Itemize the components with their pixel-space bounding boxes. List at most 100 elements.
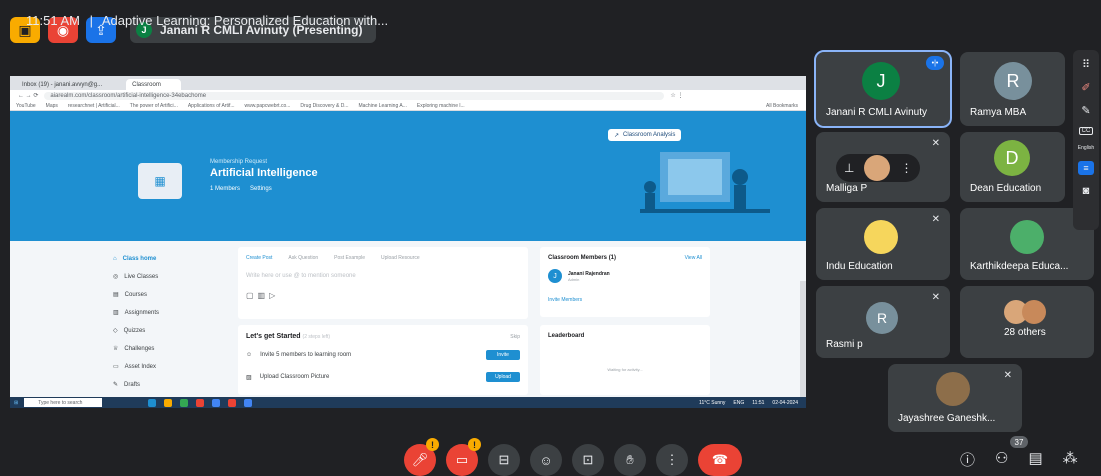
post-attach-icons[interactable]: ▢▥▷ — [238, 291, 528, 300]
bookmark[interactable]: YouTube — [16, 103, 36, 109]
bookmark[interactable]: Drug Discovery & D... — [300, 103, 348, 109]
settings-link[interactable]: Settings — [250, 186, 272, 192]
participant-name: Indu Education — [826, 261, 893, 272]
classroom-content: ⌂ Class home ◎ Live Classes ▤ Courses ▥ Assi… — [10, 241, 806, 401]
app-icon[interactable] — [180, 398, 189, 407]
page-scrollbar[interactable] — [800, 281, 806, 401]
classroom-analysis-button[interactable]: ↗ Classroom Analysis — [608, 129, 682, 141]
nav-quizzes[interactable]: ◇ Quizzes — [110, 323, 220, 338]
classroom-sidebar: ⌂ Class home ◎ Live Classes ▤ Courses ▥ Assi… — [110, 251, 220, 395]
browser-tab[interactable]: Classroom — [126, 79, 181, 90]
app-icon[interactable] — [196, 398, 205, 407]
windows-icon[interactable]: ⊞ — [14, 400, 18, 406]
invite-button[interactable]: Invite — [486, 350, 520, 360]
view-all-link[interactable]: View All — [685, 255, 702, 261]
nav-courses[interactable]: ▤ Courses — [110, 287, 220, 302]
participant-tile[interactable]: R Ramya MBA — [960, 52, 1065, 126]
post-input[interactable]: Write here or use @ to mention someone — [238, 261, 528, 291]
participant-tile[interactable]: ✕ Jayashree Ganeshk... — [888, 364, 1022, 432]
more-options-button[interactable]: ⋮ — [656, 444, 688, 476]
nav-icons[interactable]: ← → ⟳ — [18, 92, 38, 99]
bookmark[interactable]: researchnet | Artificial... — [68, 103, 120, 109]
clock-time[interactable]: 11:51 — [752, 400, 764, 406]
bookmark[interactable]: Exploring machine l... — [417, 103, 465, 109]
participant-tile[interactable]: J •|• Janani R CMLI Avinuty — [814, 50, 952, 128]
nav-drafts[interactable]: ✎ Drafts — [110, 377, 220, 392]
tab-ask-question[interactable]: Ask Question — [288, 255, 318, 261]
grid-icon[interactable]: ⠿ — [1082, 58, 1090, 71]
taskbar-tray: 11°C Sunny ENG 11:51 02-04-2024 — [699, 400, 806, 406]
url-field[interactable]: aiarealm.com/classroom/artificial-intell… — [44, 91, 665, 100]
member-row[interactable]: J Janani Rajendran Admin — [548, 269, 702, 283]
weather-label[interactable]: 11°C Sunny — [699, 400, 725, 406]
app-icon[interactable] — [148, 398, 157, 407]
more-options-icon[interactable]: ⋮ — [900, 161, 912, 175]
leave-call-button[interactable]: ☎︎ — [698, 444, 742, 476]
bookmark[interactable]: www.papcwebrt.co... — [245, 103, 291, 109]
participant-tile[interactable]: ✕ ⊥ ⋮ Malliga P — [816, 132, 950, 202]
app-icon[interactable] — [228, 398, 237, 407]
captions-icon[interactable]: CC — [1078, 127, 1094, 135]
tab-create-post[interactable]: Create Post — [246, 255, 272, 261]
analysis-label: Classroom Analysis — [623, 132, 676, 138]
speaking-icon: •|• — [926, 56, 944, 70]
participant-photo — [936, 372, 970, 406]
bookmark[interactable]: All Bookmarks — [766, 103, 806, 109]
mic-off-button[interactable]: 🎤︎! — [404, 438, 439, 476]
app-icon[interactable] — [212, 398, 221, 407]
chat-icon[interactable]: ▤ — [1028, 449, 1042, 470]
membership-request[interactable]: Membership Request — [210, 159, 267, 165]
browser-actions-icon[interactable]: ☆ ⋮ — [670, 92, 683, 99]
bookmark[interactable]: Machine Learning A... — [358, 103, 406, 109]
trophy-icon: ♕ — [113, 346, 119, 352]
nav-class-home[interactable]: ⌂ Class home — [110, 251, 220, 266]
captions-button[interactable]: ⊟ — [488, 444, 520, 476]
camera-off-button[interactable]: ▭! — [446, 438, 481, 476]
app-icon[interactable] — [164, 398, 173, 407]
meeting-info: 11:51 AM | Adaptive Learning: Personaliz… — [26, 13, 388, 28]
pin-icon[interactable]: ⊥ — [844, 161, 854, 175]
participant-name: Dean Education — [970, 183, 1042, 194]
upload-button[interactable]: Upload — [486, 372, 520, 382]
bookmark[interactable]: The power of Artifici... — [130, 103, 178, 109]
member-role: Admin — [568, 276, 580, 282]
participant-tile[interactable]: ✕ R Rasmi p — [816, 286, 950, 358]
avatar: D — [994, 140, 1030, 176]
participant-tile[interactable]: 28 others — [960, 286, 1094, 358]
lang-label[interactable]: ENG — [733, 400, 744, 406]
address-bar: ← → ⟳ aiarealm.com/classroom/artificial-… — [10, 90, 806, 101]
notes-icon[interactable]: ≡ — [1078, 161, 1094, 175]
taskbar-search[interactable]: Type here to search — [24, 398, 103, 407]
raise-hand-button[interactable]: ✋︎ — [614, 444, 646, 476]
tab-upload-resource[interactable]: Upload Resource — [381, 255, 420, 261]
present-icon: ⊡ — [582, 452, 594, 467]
clock-date[interactable]: 02-04-2024 — [772, 400, 798, 406]
pen-icon[interactable]: ✎ — [1081, 104, 1090, 117]
nav-challenges[interactable]: ♕ Challenges — [110, 341, 220, 356]
people-icon[interactable]: ⚇ — [995, 449, 1008, 470]
participant-tile[interactable]: D Dean Education — [960, 132, 1065, 202]
cam-badge: ! — [468, 438, 481, 451]
bookmark[interactable]: Applications of Artif... — [188, 103, 235, 109]
present-button[interactable]: ⊡ — [572, 444, 604, 476]
language-label[interactable]: English — [1078, 145, 1094, 151]
reactions-button[interactable]: ☺ — [530, 444, 562, 476]
draw-icon[interactable]: ✐ — [1081, 81, 1090, 94]
activities-icon[interactable]: ⁂ — [1063, 449, 1078, 470]
members-count[interactable]: 1 Members — [210, 186, 240, 192]
participant-tile[interactable]: ✕ Indu Education — [816, 208, 950, 280]
camera-icon[interactable]: ◙ — [1083, 185, 1090, 197]
tab-post-example[interactable]: Post Example — [334, 255, 365, 261]
bookmark[interactable]: Maps — [46, 103, 58, 109]
people-count-badge: 37 — [1010, 436, 1028, 448]
tile-controls[interactable]: ⊥ ⋮ — [836, 154, 921, 182]
nav-live-classes[interactable]: ◎ Live Classes — [110, 269, 220, 284]
nav-assignments[interactable]: ▥ Assignments — [110, 305, 220, 320]
nav-asset-index[interactable]: ▭ Asset Index — [110, 359, 220, 374]
invite-members-link[interactable]: Invite Members — [548, 297, 702, 303]
info-icon[interactable]: ⓘ — [960, 449, 975, 470]
skip-link[interactable]: Skip — [510, 334, 520, 340]
browser-tab[interactable]: Inbox (19) - janani.avvyn@g... — [16, 79, 122, 90]
app-icon[interactable] — [244, 398, 253, 407]
browser-tabs: Inbox (19) - janani.avvyn@g... Classroom — [10, 76, 806, 90]
